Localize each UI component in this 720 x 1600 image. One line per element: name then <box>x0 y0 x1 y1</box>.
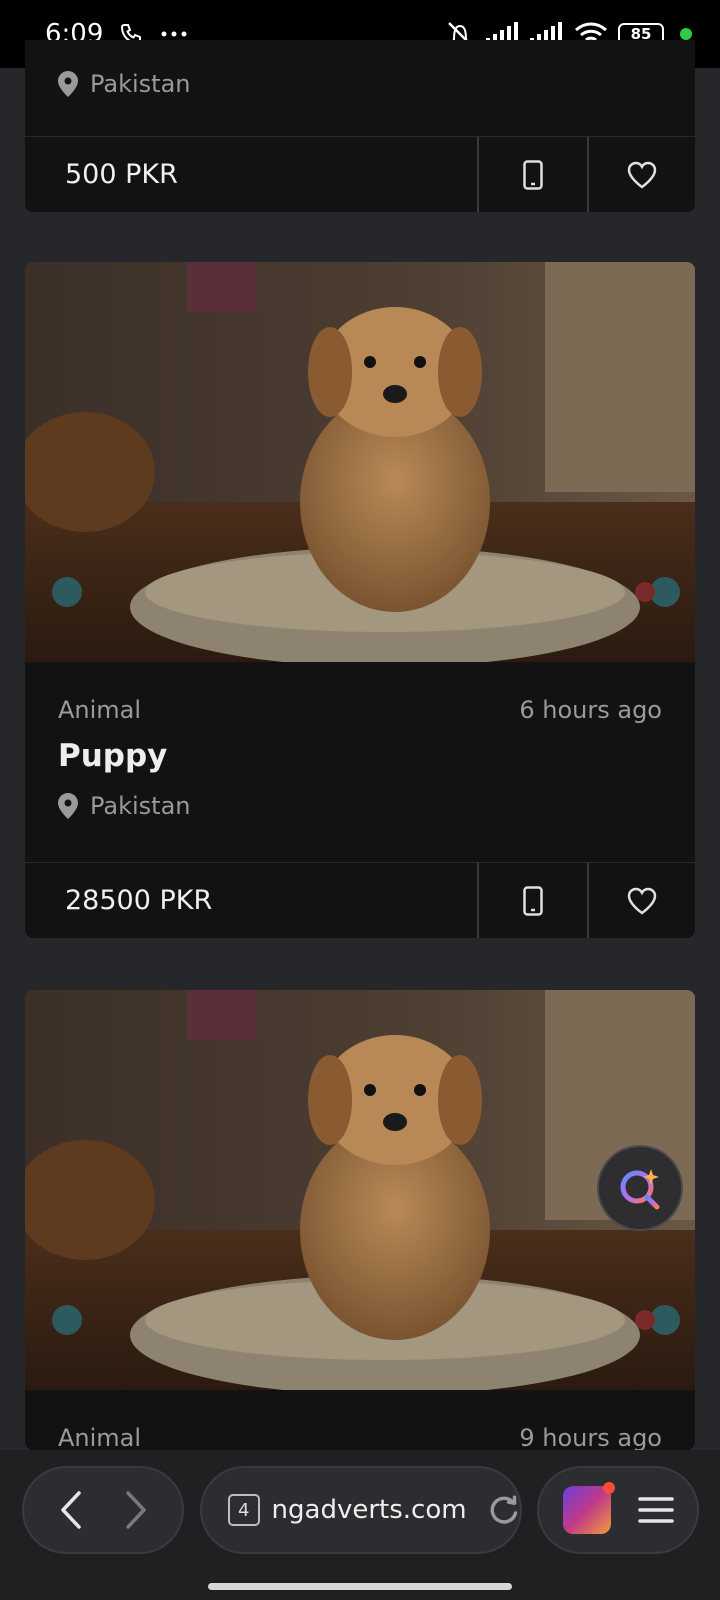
browser-toolbar: 4 ngadverts.com <box>0 1450 720 1600</box>
call-button[interactable] <box>477 137 587 212</box>
listing-time: 9 hours ago <box>519 1424 662 1450</box>
location-text: Pakistan <box>90 70 191 98</box>
call-button[interactable] <box>477 863 587 938</box>
home-indicator[interactable] <box>208 1583 512 1590</box>
favorite-button[interactable] <box>587 863 695 938</box>
listing-location: Pakistan <box>58 70 662 98</box>
menu-hamburger-icon[interactable] <box>637 1495 674 1525</box>
privacy-indicator-dot <box>680 28 692 40</box>
location-pin-icon <box>58 71 78 97</box>
listing-card[interactable]: Animal 9 hours ago <box>25 990 695 1450</box>
listing-card[interactable]: Animal 6 hours ago Puppy Pakistan 28500 … <box>25 262 695 938</box>
history-nav <box>22 1466 184 1554</box>
back-arrow-icon[interactable] <box>59 1491 83 1529</box>
price-label: 28500 PKR <box>65 885 213 916</box>
ai-search-button[interactable] <box>597 1145 683 1231</box>
forward-arrow-icon[interactable] <box>124 1491 148 1529</box>
reload-icon[interactable] <box>487 1493 520 1527</box>
listing-title[interactable]: Puppy <box>58 738 662 774</box>
listing-photo[interactable] <box>25 262 695 662</box>
price-bar: 28500 PKR <box>25 862 695 938</box>
listing-location: Pakistan <box>58 792 662 820</box>
favorite-button[interactable] <box>587 137 695 212</box>
location-pin-icon <box>58 793 78 819</box>
heart-icon <box>627 161 657 189</box>
price-label: 500 PKR <box>65 159 178 190</box>
listing-category: Animal <box>58 696 142 724</box>
price-bar: 500 PKR <box>25 136 695 212</box>
ai-search-icon <box>620 1169 660 1210</box>
tab-count-button[interactable]: 4 <box>228 1494 260 1526</box>
mobile-phone-icon <box>523 885 543 916</box>
listing-category: Animal <box>58 1424 142 1450</box>
notification-dot <box>602 1482 615 1494</box>
address-bar[interactable]: 4 ngadverts.com <box>200 1466 522 1554</box>
listing-photo[interactable] <box>25 990 695 1390</box>
heart-icon <box>627 887 657 915</box>
location-text: Pakistan <box>90 792 191 820</box>
game-shortcut-icon[interactable] <box>562 1482 615 1534</box>
listing-time: 6 hours ago <box>519 696 662 724</box>
extra-nav <box>537 1466 699 1554</box>
puppy-photo-icon <box>25 990 695 1390</box>
puppy-photo-icon <box>25 262 695 662</box>
mobile-phone-icon <box>523 159 543 190</box>
more-dots-icon <box>161 31 187 37</box>
url-text[interactable]: ngadverts.com <box>272 1495 467 1525</box>
listing-card[interactable]: Pakistan 500 PKR <box>25 40 695 212</box>
